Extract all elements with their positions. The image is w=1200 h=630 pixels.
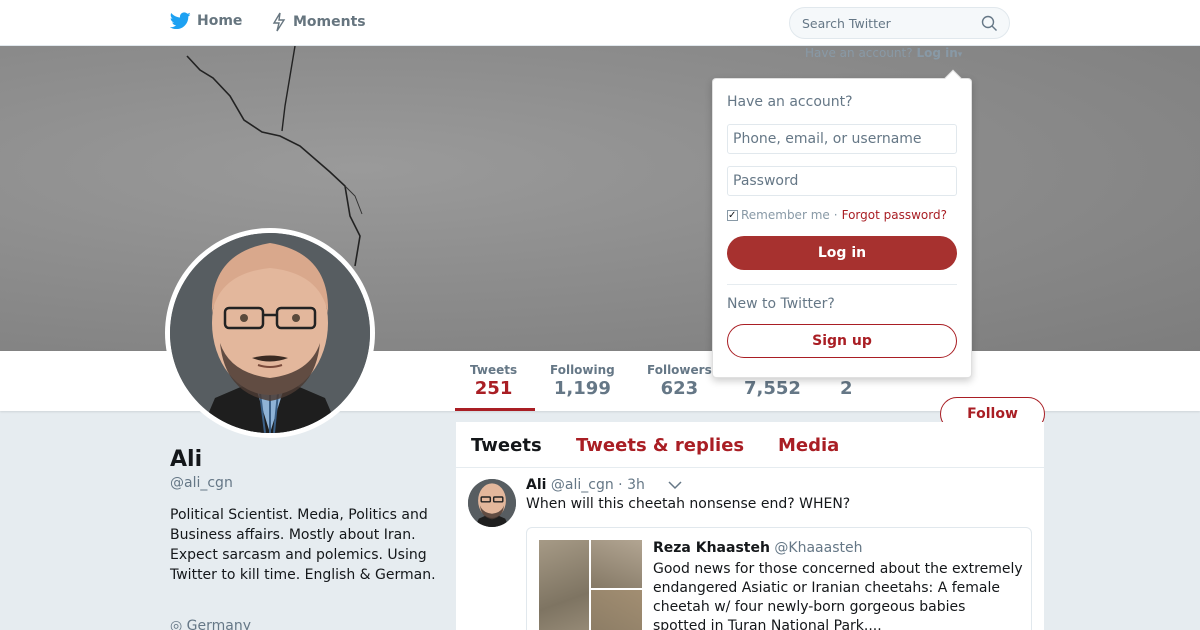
stat-following[interactable]: Following 1,199 xyxy=(550,363,615,399)
profile-name: Ali xyxy=(170,447,203,472)
timeline: Tweets Tweets & replies Media Ali @ali_c… xyxy=(456,422,1044,630)
tweet-text: When will this cheetah nonsense end? WHE… xyxy=(526,496,851,512)
chevron-down-icon: ▾ xyxy=(957,50,963,60)
stat-label: Tweets xyxy=(470,363,518,377)
dropdown-title: Have an account? xyxy=(727,94,853,110)
search-input[interactable] xyxy=(802,16,972,31)
search-icon[interactable] xyxy=(981,15,998,32)
nav-home[interactable]: Home xyxy=(170,12,242,30)
signup-button[interactable]: Sign up xyxy=(727,324,957,358)
remember-checkbox[interactable]: ✓ xyxy=(727,209,738,221)
stat-tweets[interactable]: Tweets 251 xyxy=(470,363,517,399)
tweet-author-name[interactable]: Ali xyxy=(526,477,546,493)
stat-value: 251 xyxy=(474,378,513,399)
quoted-tweet[interactable]: Reza Khaasteh @Khaaasteh Good news for t… xyxy=(526,527,1032,630)
stat-followers[interactable]: Followers 623 xyxy=(647,363,712,399)
quote-media-image[interactable] xyxy=(539,540,589,630)
avatar-illustration xyxy=(468,479,516,527)
search-box[interactable] xyxy=(789,7,1010,39)
nav-moments[interactable]: Moments xyxy=(271,12,366,32)
stat-value: 1,199 xyxy=(553,378,611,399)
separator: · xyxy=(833,208,838,222)
stat-label: Following xyxy=(550,363,615,377)
quote-text: Good news for those concerned about the … xyxy=(653,561,1023,630)
remember-label: Remember me xyxy=(741,208,830,222)
username-field[interactable] xyxy=(727,124,957,154)
quote-author-name: Reza Khaasteh xyxy=(653,540,770,556)
twitter-bird-icon xyxy=(170,12,191,30)
tweet-header: Ali @ali_cgn · 3h xyxy=(526,477,645,493)
tab-tweets-replies[interactable]: Tweets & replies xyxy=(576,435,744,456)
quote-author-handle: @Khaaasteh xyxy=(774,540,863,556)
tweet-avatar[interactable] xyxy=(468,479,516,527)
remember-row: ✓ Remember me · Forgot password? xyxy=(727,208,947,222)
nav-moments-label: Moments xyxy=(293,14,366,30)
quote-media-image[interactable] xyxy=(591,540,642,588)
timeline-tabs: Tweets Tweets & replies Media xyxy=(456,422,1044,468)
password-field[interactable] xyxy=(727,166,957,196)
login-hint-prefix: Have an account? xyxy=(805,46,913,60)
profile-bio: Political Scientist. Media, Politics and… xyxy=(170,507,436,583)
chevron-down-icon[interactable] xyxy=(668,480,682,490)
tweet-timestamp[interactable]: · 3h xyxy=(618,477,645,493)
login-hint-link[interactable]: Log in xyxy=(916,46,957,60)
quote-media-image[interactable] xyxy=(591,590,642,630)
stat-value: 2 xyxy=(840,378,853,399)
location-text: Germany xyxy=(186,618,252,630)
lightning-icon xyxy=(272,12,286,32)
stat-value: 623 xyxy=(660,378,699,399)
stat-label: Followers xyxy=(647,363,712,377)
quote-header: Reza Khaasteh @Khaaasteh xyxy=(653,540,862,556)
avatar-illustration xyxy=(170,233,370,433)
profile-handle: @ali_cgn xyxy=(170,475,233,491)
tweet-author-handle[interactable]: @ali_cgn xyxy=(551,477,614,493)
forgot-password-link[interactable]: Forgot password? xyxy=(842,208,947,222)
location-pin-icon: ◎ xyxy=(170,618,183,630)
top-navigation-bar: Home Moments xyxy=(0,0,1200,46)
login-hint: Have an account? Log in▾ xyxy=(805,46,962,60)
profile-location: ◎ Germany xyxy=(170,618,251,630)
active-stat-underline xyxy=(455,408,535,411)
tab-tweets[interactable]: Tweets xyxy=(471,435,542,456)
nav-home-label: Home xyxy=(197,13,243,29)
login-button[interactable]: Log in xyxy=(727,236,957,270)
profile-avatar[interactable] xyxy=(165,228,375,438)
divider xyxy=(727,284,957,285)
tab-media[interactable]: Media xyxy=(778,435,839,456)
stat-value: 7,552 xyxy=(744,378,801,399)
login-dropdown: Have an account? ✓ Remember me · Forgot … xyxy=(712,69,972,378)
new-to-twitter-label: New to Twitter? xyxy=(727,296,835,312)
